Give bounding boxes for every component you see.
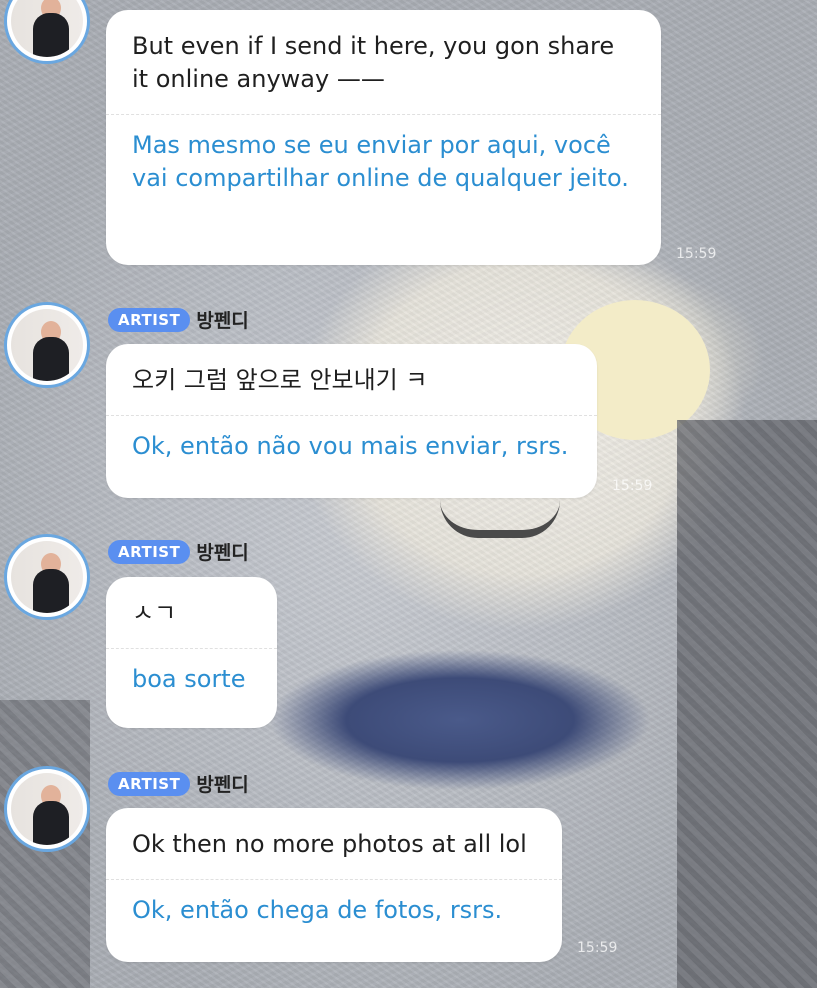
avatar-photo	[11, 541, 83, 613]
background-floor	[677, 420, 817, 988]
translation-divider	[106, 879, 562, 880]
sender-row: ARTIST 방펜디	[108, 538, 249, 565]
message-original-text: ㅅㄱ	[132, 599, 177, 627]
avatar-body	[33, 337, 69, 381]
artist-avatar[interactable]	[4, 534, 90, 620]
message-timestamp: 15:59	[577, 940, 618, 956]
message-translation-text: Ok, então chega de fotos, rsrs.	[132, 896, 503, 924]
artist-badge: ARTIST	[108, 307, 191, 332]
sender-row: ARTIST 방펜디	[108, 770, 249, 797]
artist-badge: ARTIST	[108, 771, 191, 796]
sender-row: ARTIST 방펜디	[108, 306, 249, 333]
message-translation-text: Mas mesmo se eu enviar por aqui, você va…	[132, 131, 629, 192]
message-original-text: 오키 그럼 앞으로 안보내기 ㅋ	[132, 366, 428, 394]
message-bubble[interactable]: But even if I send it here, you gon shar…	[106, 10, 661, 265]
translation-divider	[106, 648, 277, 649]
avatar-photo	[11, 773, 83, 845]
sender-name[interactable]: 방펜디	[196, 538, 248, 565]
avatar-photo	[11, 0, 83, 57]
message-translation-text: Ok, então não vou mais enviar, rsrs.	[132, 432, 569, 460]
avatar-body	[33, 569, 69, 613]
message-bubble[interactable]: 오키 그럼 앞으로 안보내기 ㅋ Ok, então não vou mais …	[106, 344, 597, 498]
message-bubble[interactable]: ㅅㄱ boa sorte	[106, 577, 277, 728]
message-original-text: Ok then no more photos at all lol	[132, 830, 527, 858]
message-translation-text: boa sorte	[132, 665, 246, 693]
background-ribbon	[270, 640, 650, 800]
message-original-text: But even if I send it here, you gon shar…	[132, 32, 615, 93]
avatar-body	[33, 801, 69, 845]
sender-name[interactable]: 방펜디	[196, 306, 248, 333]
message-timestamp: 15:59	[612, 478, 653, 494]
message-timestamp: 15:59	[676, 246, 717, 262]
artist-badge: ARTIST	[108, 539, 191, 564]
message-bubble[interactable]: Ok then no more photos at all lol Ok, en…	[106, 808, 562, 962]
translation-divider	[106, 415, 597, 416]
background-toy-mouth	[440, 500, 560, 538]
artist-avatar[interactable]	[4, 302, 90, 388]
sender-name[interactable]: 방펜디	[196, 770, 248, 797]
avatar-photo	[11, 309, 83, 381]
translation-divider	[106, 114, 661, 115]
avatar-body	[33, 13, 69, 57]
artist-avatar[interactable]	[4, 766, 90, 852]
